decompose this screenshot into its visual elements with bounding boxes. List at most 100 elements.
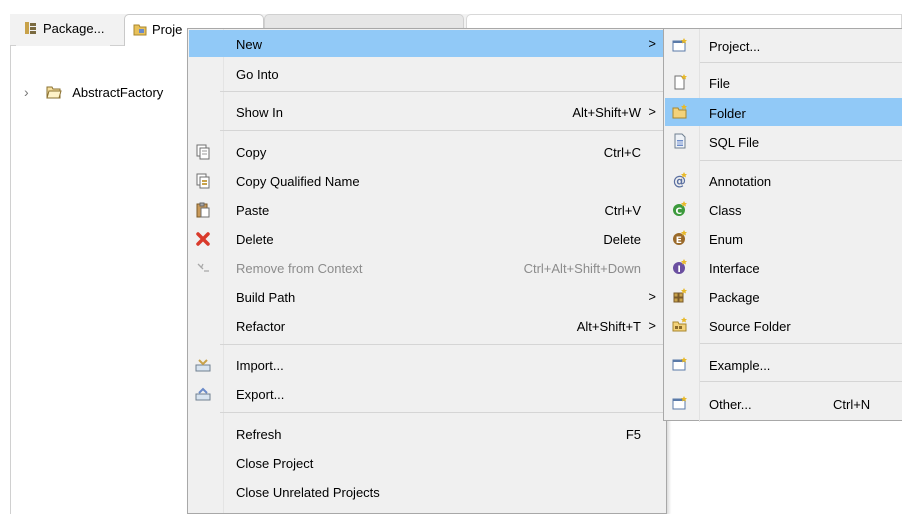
menu-item-label: Go Into	[236, 67, 279, 82]
submenu-item-sql-file[interactable]: SQL File	[665, 127, 902, 155]
tree-item-project[interactable]: › AbstractFactory	[24, 84, 166, 104]
submenu-item-label: Folder	[709, 106, 746, 121]
submenu-separator	[700, 160, 902, 161]
class-icon: C	[672, 201, 688, 217]
submenu-item-folder[interactable]: Folder	[665, 98, 902, 126]
submenu-arrow-icon: >	[648, 104, 656, 119]
submenu-item-label: Source Folder	[709, 319, 791, 334]
menu-item-label: Show In	[236, 105, 283, 120]
menu-item-shortcut: Alt+Shift+W	[572, 105, 641, 120]
menu-item-refresh[interactable]: Refresh F5	[189, 420, 665, 447]
menu-item-shortcut: Ctrl+Alt+Shift+Down	[523, 261, 641, 276]
svg-text:I: I	[678, 265, 681, 275]
enum-icon: E	[672, 230, 688, 246]
package-explorer-icon	[24, 21, 38, 35]
menu-separator	[220, 91, 664, 92]
submenu-item-package[interactable]: Package	[665, 282, 902, 310]
new-project-icon	[672, 37, 688, 53]
menu-item-show-in[interactable]: Show In Alt+Shift+W >	[189, 98, 665, 125]
menu-item-copy-qualified-name[interactable]: Copy Qualified Name	[189, 167, 665, 194]
menu-item-shortcut: F5	[625, 427, 641, 442]
expand-arrow-icon[interactable]: ›	[24, 84, 36, 100]
submenu-item-annotation[interactable]: @ Annotation	[665, 166, 902, 194]
menu-item-label: Refresh	[236, 427, 282, 442]
submenu-item-project[interactable]: Project...	[665, 31, 902, 59]
menu-item-shortcut: Alt+Shift+T	[576, 319, 641, 334]
context-menu: New > Go Into Show In Alt+Shift+W > Copy…	[187, 28, 667, 514]
project-label: AbstractFactory	[72, 85, 164, 100]
submenu-item-label: Package	[709, 290, 760, 305]
menu-separator	[220, 412, 664, 413]
view-border	[10, 46, 11, 514]
submenu-item-example[interactable]: Example...	[665, 350, 902, 378]
menu-item-paste[interactable]: Paste Ctrl+V	[189, 196, 665, 223]
new-folder-icon	[672, 104, 688, 120]
submenu-item-label: Class	[709, 203, 742, 218]
submenu-separator	[700, 62, 902, 63]
menu-item-label: Remove from Context	[236, 261, 363, 276]
example-icon	[672, 356, 688, 372]
new-file-icon	[672, 74, 688, 90]
submenu-item-label: Other...	[709, 397, 752, 412]
tab-label: Proje	[152, 22, 183, 37]
menu-item-delete[interactable]: Delete Delete	[189, 225, 665, 252]
copy-icon	[195, 144, 211, 160]
menu-item-label: Export...	[236, 387, 285, 402]
menu-item-export[interactable]: Export...	[189, 380, 665, 407]
menu-item-label: Copy	[236, 145, 267, 160]
copy-qualified-name-icon	[195, 173, 211, 189]
export-icon	[195, 386, 211, 402]
menu-item-new[interactable]: New >	[189, 30, 665, 57]
submenu-arrow-icon: >	[648, 318, 656, 333]
submenu-item-other[interactable]: Other... Ctrl+N	[665, 389, 902, 417]
submenu-item-label: Interface	[709, 261, 760, 276]
svg-text:C: C	[676, 207, 683, 217]
interface-icon: I	[672, 259, 688, 275]
menu-item-label: Refactor	[236, 319, 286, 334]
submenu-item-interface[interactable]: I Interface	[665, 253, 902, 281]
menu-item-remove-from-context: Remove from Context Ctrl+Alt+Shift+Down	[189, 254, 665, 281]
submenu-separator	[700, 381, 902, 382]
delete-icon	[195, 231, 211, 247]
submenu-item-enum[interactable]: E Enum	[665, 224, 902, 252]
annotation-icon: @	[672, 172, 688, 189]
submenu-item-file[interactable]: File	[665, 68, 902, 96]
import-icon	[195, 357, 211, 373]
menu-item-import[interactable]: Import...	[189, 351, 665, 378]
menu-item-close-unrelated-projects[interactable]: Close Unrelated Projects	[189, 478, 665, 505]
submenu-item-label: SQL File	[709, 135, 760, 150]
new-submenu: Project... File Folder SQL File @ Annota…	[663, 28, 902, 422]
menu-item-refactor[interactable]: Refactor Alt+Shift+T >	[189, 312, 665, 339]
submenu-item-label: Annotation	[709, 174, 772, 189]
svg-text:E: E	[676, 236, 682, 246]
sql-file-icon	[672, 133, 688, 149]
submenu-arrow-icon: >	[648, 36, 656, 51]
menu-item-label: New	[236, 37, 263, 52]
menu-item-go-into[interactable]: Go Into	[189, 60, 665, 87]
tab-package-explorer[interactable]: Package...	[16, 14, 111, 46]
submenu-arrow-icon: >	[648, 289, 656, 304]
remove-from-context-icon	[195, 260, 211, 276]
submenu-item-source-folder[interactable]: Source Folder	[665, 311, 902, 339]
submenu-item-shortcut: Ctrl+N	[833, 397, 871, 412]
menu-item-label: Close Unrelated Projects	[236, 485, 380, 500]
menu-item-shortcut: Delete	[603, 232, 641, 247]
submenu-item-label: File	[709, 76, 730, 91]
submenu-item-label: Project...	[709, 39, 761, 54]
menu-item-shortcut: Ctrl+V	[604, 203, 641, 218]
project-explorer-icon	[133, 22, 147, 36]
menu-item-label: Copy Qualified Name	[236, 174, 360, 189]
menu-separator	[220, 130, 664, 131]
menu-item-build-path[interactable]: Build Path >	[189, 283, 665, 310]
source-folder-icon	[672, 317, 688, 333]
submenu-item-label: Enum	[709, 232, 743, 247]
menu-item-close-project[interactable]: Close Project	[189, 449, 665, 476]
menu-item-label: Import...	[236, 358, 284, 373]
menu-separator	[220, 344, 664, 345]
submenu-item-class[interactable]: C Class	[665, 195, 902, 223]
menu-item-label: Build Path	[236, 290, 296, 305]
submenu-separator	[700, 343, 902, 344]
menu-item-copy[interactable]: Copy Ctrl+C	[189, 138, 665, 165]
open-project-folder-icon	[45, 85, 62, 99]
other-wizard-icon	[672, 395, 688, 411]
